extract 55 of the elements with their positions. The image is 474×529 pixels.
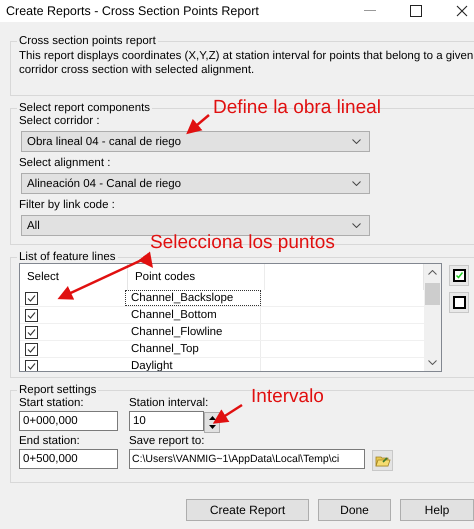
chevron-down-icon: [352, 181, 361, 186]
dropdown[interactable]: Obra lineal 04 - canal de riego: [21, 131, 370, 152]
annotation-text: Define la obra lineal: [213, 97, 381, 119]
description-text: This report displays coordinates (X,Y,Z) at station interval for points that belong to a given corridor cross section with selected alignment.: [19, 49, 474, 77]
point-code: Channel_Top: [125, 341, 261, 357]
checkbox[interactable]: [25, 342, 38, 356]
window-title: Create Reports - Cross Section Points Report: [6, 4, 259, 18]
list-row[interactable]: Channel_Top: [20, 341, 424, 358]
checkbox[interactable]: [25, 292, 38, 304]
folder-icon: [374, 454, 390, 468]
dialog-button[interactable]: Create Report: [186, 499, 309, 521]
group-title: Report settings: [18, 384, 98, 396]
chevron-down-icon: [352, 139, 361, 144]
annotation-arrow: [212, 404, 243, 424]
checkbox[interactable]: [25, 308, 38, 322]
chevron-down-icon: [352, 223, 361, 228]
checkbox[interactable]: [25, 326, 38, 338]
list-row[interactable]: Channel_Flowline: [20, 324, 424, 341]
group-title: Select report components: [18, 102, 152, 114]
scroll-up-icon[interactable]: [428, 270, 437, 275]
input-field[interactable]: 10: [129, 411, 204, 431]
field-label: Select alignment :: [19, 156, 110, 171]
input-field[interactable]: 0+000,000: [19, 411, 118, 431]
field-label: Select corridor :: [19, 114, 100, 129]
minimize-icon[interactable]: [364, 10, 376, 12]
dialog-button[interactable]: Done: [318, 499, 391, 521]
group-title: List of feature lines: [18, 251, 117, 263]
field-label: Save report to:: [129, 434, 204, 449]
field-label: Start station:: [19, 396, 84, 411]
list-row[interactable]: Channel_Bottom: [20, 307, 424, 324]
annotation-text: Intervalo: [251, 386, 324, 408]
group-title: Cross section points report: [18, 35, 157, 47]
input-field[interactable]: C:\Users\VANMIG~1\AppData\Local\Temp\ci: [129, 449, 365, 469]
point-code: Channel_Flowline: [125, 324, 261, 340]
point-code: Channel_Bottom: [125, 307, 261, 323]
scroll-thumb[interactable]: [425, 283, 440, 305]
empty-box-icon: [452, 296, 466, 309]
annotation-arrow: [186, 114, 210, 134]
maximize-icon[interactable]: [410, 5, 422, 17]
checkbox[interactable]: [25, 360, 38, 371]
scroll-down-icon[interactable]: [428, 360, 437, 365]
browse-button[interactable]: [372, 450, 393, 471]
checked-box-icon: [452, 269, 466, 282]
dialog-button[interactable]: Help: [400, 499, 474, 521]
field-label: Station interval:: [129, 396, 208, 411]
close-icon[interactable]: [456, 5, 468, 17]
input-field[interactable]: 0+500,000: [19, 449, 118, 469]
point-code: Channel_Backslope: [125, 290, 261, 306]
list-row[interactable]: Channel_Backslope: [20, 290, 424, 307]
clear-all-button[interactable]: [449, 292, 469, 313]
field-label: Filter by link code :: [19, 198, 115, 213]
scrollbar[interactable]: [424, 264, 441, 371]
dropdown[interactable]: Alineación 04 - Canal de riego: [21, 173, 370, 194]
select-all-button[interactable]: [449, 265, 469, 286]
field-label: End station:: [19, 434, 80, 449]
